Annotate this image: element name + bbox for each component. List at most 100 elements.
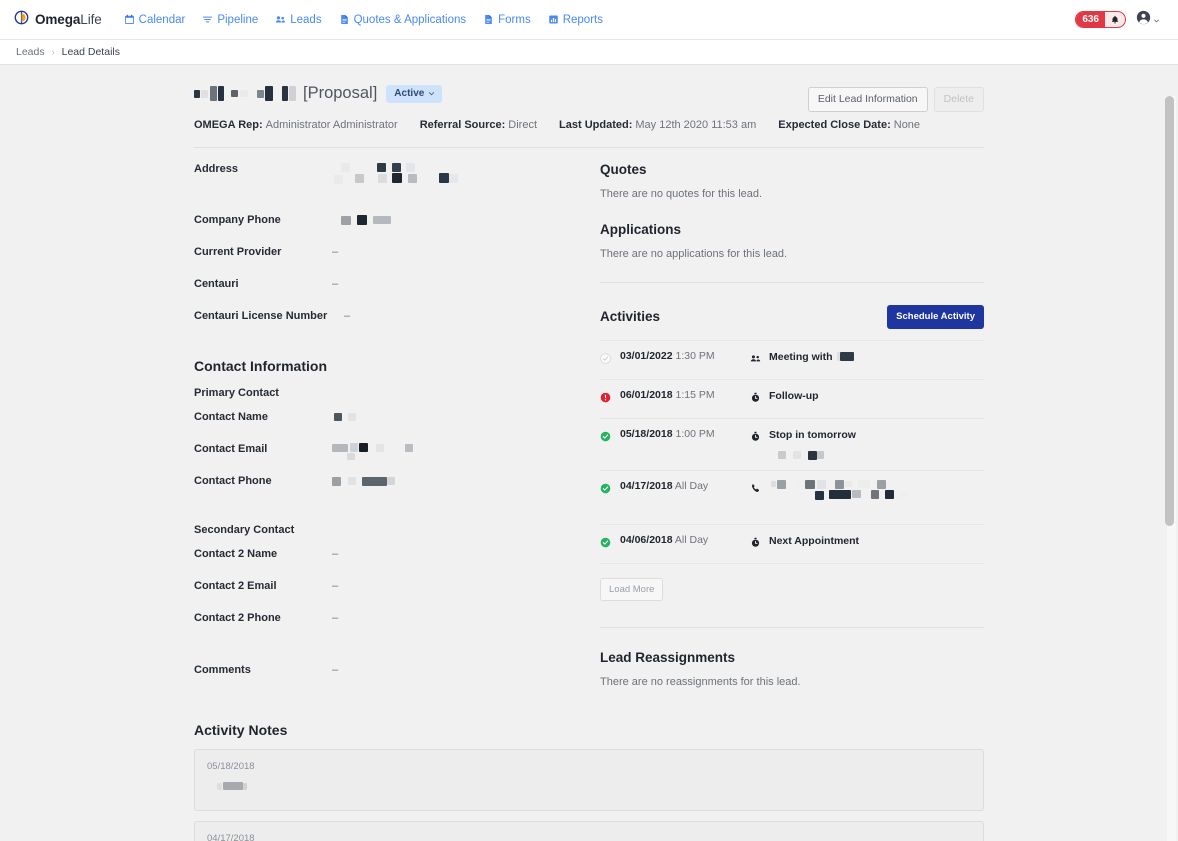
activity-date: 06/01/2018 1:15 PM — [620, 389, 742, 401]
field-company-phone: Company Phone — [194, 213, 580, 238]
meta-expected-close-date-value: None — [893, 119, 921, 131]
load-more-button[interactable]: Load More — [600, 577, 664, 601]
lead-reassignments-title: Lead Reassignments — [600, 650, 736, 665]
people-icon — [275, 14, 286, 25]
activity-row[interactable]: 04/06/2018 All Day Next Appointment — [600, 525, 984, 564]
field-contact-email-label: Contact Email — [194, 443, 268, 455]
field-centauri-label: Centauri — [194, 278, 239, 290]
meta-referral-source-value: Direct — [508, 119, 538, 131]
nav-item-reports[interactable]: Reports — [548, 14, 603, 26]
activity-date-value: 04/17/2018 — [620, 479, 673, 492]
field-contact-phone: Contact Phone — [194, 474, 580, 499]
lead-header: [Proposal] Active Edit Lead Information … — [194, 84, 984, 148]
field-address: Address — [194, 162, 580, 206]
field-contact2-phone: Contact 2 Phone – — [194, 611, 580, 636]
secondary-contact-heading: Secondary Contact — [194, 524, 295, 536]
activity-row[interactable]: 04/17/2018 All Day — [600, 471, 984, 525]
field-contact2-name-value: – — [332, 548, 339, 560]
field-centauri-license-number-value: – — [344, 310, 351, 322]
activity-time-value: All Day — [674, 479, 709, 492]
activity-row[interactable]: 05/18/2018 1:00 PM Stop in tomorrow — [600, 419, 984, 471]
nav-item-reports-label: Reports — [562, 13, 603, 26]
activity-notes-title: Activity Notes — [194, 722, 288, 738]
comments-spacer — [194, 643, 580, 663]
page-scrollbar-track[interactable] — [1165, 96, 1176, 841]
phone-icon — [750, 480, 762, 499]
nav-right-area: 636 — [1075, 10, 1164, 30]
nav-item-calendar[interactable]: Calendar — [124, 13, 186, 26]
status-badge[interactable]: Active — [386, 84, 443, 103]
nav-item-forms[interactable]: Forms — [483, 14, 531, 26]
activity-date: 03/01/2022 1:30 PM — [620, 350, 742, 362]
quotes-title: Quotes — [600, 162, 647, 177]
brand-text: OmegaLife — [35, 12, 102, 27]
field-contact2-email-label: Contact 2 Email — [194, 580, 277, 592]
meta-omega-rep-label: OMEGA Rep: — [194, 119, 263, 131]
clock-icon — [750, 428, 762, 447]
activity-date-value: 06/01/2018 — [620, 388, 673, 401]
brand-logo[interactable]: OmegaLife — [14, 10, 102, 30]
schedule-activity-button[interactable]: Schedule Activity — [887, 305, 984, 329]
redacted-contact-phone — [332, 476, 395, 486]
field-contact-email-value — [332, 442, 413, 460]
activity-row[interactable]: 06/01/2018 1:15 PM Follow-up — [600, 380, 984, 419]
status-complete-icon — [600, 480, 612, 499]
quotes-empty-message: There are no quotes for this lead. — [600, 188, 763, 200]
contact-information-title: Contact Information — [194, 358, 327, 374]
field-comments-label: Comments — [194, 664, 251, 676]
notifications-button[interactable]: 636 — [1075, 11, 1126, 28]
activity-date: 04/06/2018 All Day — [620, 534, 742, 546]
activity-body: Follow-up — [750, 389, 984, 408]
activity-body: Meeting with — [750, 350, 984, 369]
note-card: 05/18/2018 — [194, 749, 984, 811]
activity-time-value: All Day — [674, 533, 709, 546]
lead-reassignments-empty-message: There are no reassignments for this lead… — [600, 676, 801, 688]
activity-notes-section: Activity Notes 05/18/2018 04/17/2018 — [194, 710, 984, 841]
nav-item-leads[interactable]: Leads — [275, 14, 322, 26]
field-contact2-phone-label: Contact 2 Phone — [194, 612, 281, 624]
note-date: 04/17/2018 — [207, 833, 255, 841]
meta-last-updated-value: May 12th 2020 11:53 am — [635, 119, 757, 131]
field-address-value — [332, 162, 458, 184]
account-menu-button[interactable] — [1136, 10, 1160, 30]
field-centauri: Centauri – — [194, 277, 580, 302]
activities-divider — [600, 627, 984, 628]
field-contact2-email: Contact 2 Email – — [194, 579, 580, 604]
account-circle-icon — [1136, 10, 1151, 30]
field-current-provider: Current Provider – — [194, 245, 580, 270]
page-scrollbar-thumb[interactable] — [1165, 96, 1174, 526]
bell-icon — [1105, 12, 1125, 27]
activity-text: Follow-up — [769, 389, 819, 402]
activity-date: 04/17/2018 All Day — [620, 480, 742, 492]
activities-title: Activities — [600, 309, 661, 325]
lead-title-suffix: [Proposal] — [303, 84, 378, 102]
status-complete-icon — [600, 428, 612, 447]
field-contact-name-value — [332, 410, 356, 424]
redacted-activity-detail — [778, 450, 824, 460]
meta-omega-rep-value: Administrator Administrator — [265, 119, 398, 131]
notification-count-badge: 636 — [1076, 12, 1105, 27]
activity-date-value: 04/06/2018 — [620, 533, 673, 546]
activity-body — [750, 479, 984, 500]
field-contact2-email-value: – — [332, 580, 339, 592]
activity-row[interactable]: 03/01/2022 1:30 PM Meeting with — [600, 339, 984, 380]
nav-item-calendar-label: Calendar — [138, 13, 186, 26]
meta-omega-rep: OMEGA Rep: Administrator Administrator — [194, 119, 398, 131]
redacted-activity-text — [769, 479, 907, 500]
meta-last-updated-label: Last Updated: — [559, 119, 633, 131]
nav-item-pipeline-label: Pipeline — [217, 13, 259, 26]
meta-last-updated: Last Updated: May 12th 2020 11:53 am — [559, 119, 756, 131]
nav-item-quotes-applications[interactable]: Quotes & Applications — [339, 14, 466, 26]
redacted-contact-email — [332, 443, 413, 460]
delete-button: Delete — [933, 87, 984, 112]
edit-lead-information-button[interactable]: Edit Lead Information — [807, 87, 928, 112]
nav-links: Calendar Pipeline Leads Quotes & Applica… — [124, 14, 603, 26]
applications-title: Applications — [600, 222, 682, 237]
redacted-note-text — [207, 782, 247, 790]
activity-date: 05/18/2018 1:00 PM — [620, 428, 742, 440]
nav-item-pipeline[interactable]: Pipeline — [202, 14, 258, 26]
redacted-lead-name — [194, 86, 296, 101]
brand-name-bold: Omega — [35, 12, 81, 27]
activity-text: Meeting with — [769, 350, 854, 365]
breadcrumb-leads[interactable]: Leads — [16, 46, 45, 58]
